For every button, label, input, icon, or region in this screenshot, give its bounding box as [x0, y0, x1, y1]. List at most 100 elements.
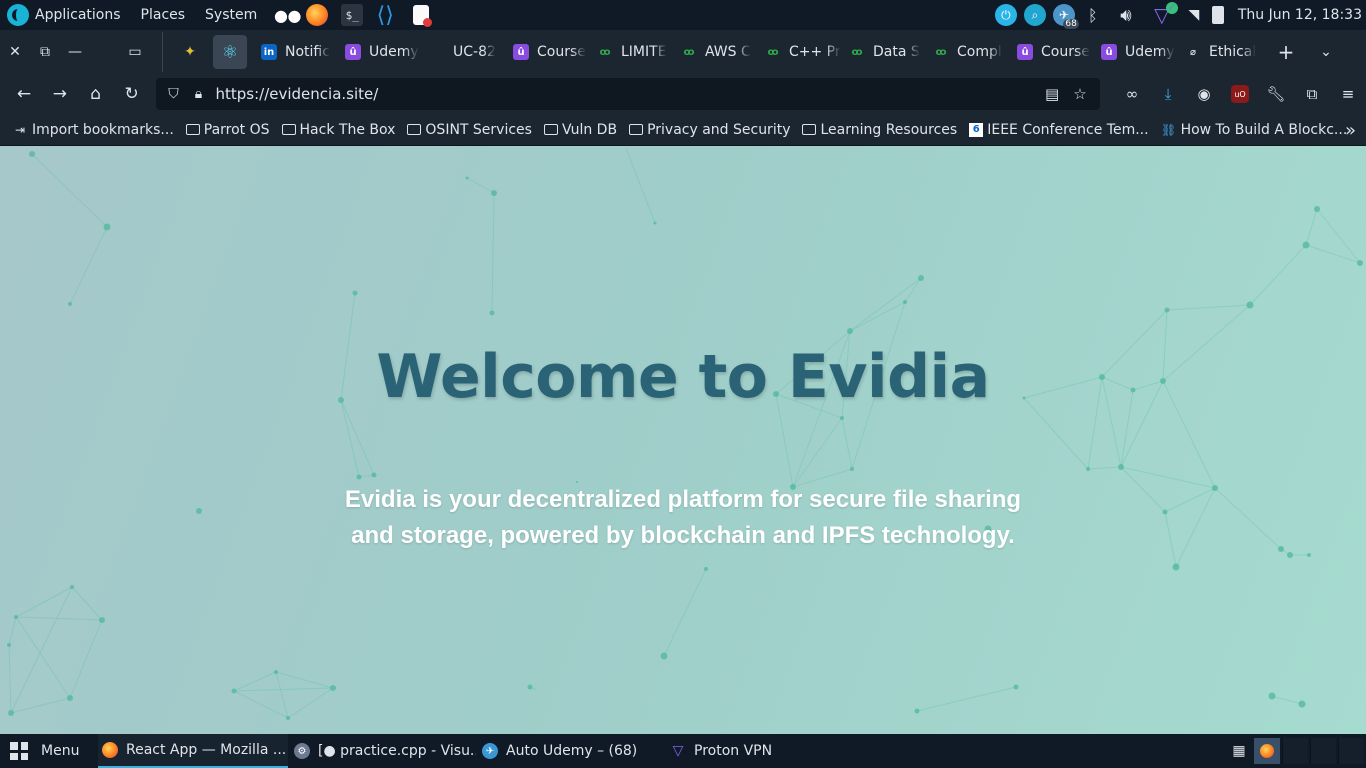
pinned-tab-colorful[interactable]: ✦ [173, 35, 207, 69]
task-firefox[interactable]: React App — Mozilla ... [98, 734, 288, 768]
window-minimize-icon[interactable]: — [60, 44, 90, 60]
start-menu-button[interactable]: Menu [10, 742, 98, 760]
tab-gfg-aws[interactable]: ꝏ AWS C [673, 35, 757, 69]
power-tray-icon[interactable]: ⏻ [994, 4, 1017, 26]
folder-icon [281, 124, 296, 135]
grid-menu-icon [10, 742, 28, 760]
color-picker-icon: ✦ [184, 44, 196, 60]
tracking-shield-icon[interactable]: ⛉ [160, 86, 188, 102]
firefox-launcher-icon[interactable] [306, 4, 329, 26]
private-mask-icon[interactable]: ∞ [1114, 78, 1150, 110]
udemy-icon: û [513, 44, 529, 60]
system-menu[interactable]: System [205, 7, 257, 23]
bookmark-folder-osint[interactable]: OSINT Services [407, 122, 532, 138]
workspace-3[interactable] [1310, 738, 1336, 764]
ieee-icon: 6 [969, 122, 984, 137]
terminal-launcher-icon[interactable]: $_ [341, 4, 364, 26]
url-text[interactable]: https://evidencia.site/ [216, 85, 379, 103]
show-desktop-icon[interactable]: ▦ [1226, 738, 1252, 764]
bookmark-star-icon[interactable]: ☆ [1066, 85, 1094, 103]
telegram-tray-icon[interactable]: ✈ 68 [1052, 4, 1079, 29]
navigation-toolbar: ← → ⌂ ↻ ⛉ 🔒︎ https://evidencia.site/ ▤ ☆… [0, 74, 1366, 114]
back-arrow-icon[interactable]: ← [6, 78, 42, 110]
blank-icon [429, 44, 445, 60]
vscode-launcher-icon[interactable]: ⟨⟩ [374, 3, 396, 28]
ublock-origin-icon[interactable]: uO [1231, 85, 1250, 103]
gfg-icon: ꝏ [851, 46, 863, 58]
volume-tray-icon[interactable]: 🔊︎ [1111, 4, 1141, 26]
bookmark-folder-parrot-os[interactable]: Parrot OS [185, 122, 270, 138]
downloads-icon[interactable]: ⤓ [1150, 78, 1186, 110]
bookmark-blockchain[interactable]: ⛓ How To Build A Blockc... [1161, 122, 1347, 138]
parrot-logo-icon[interactable] [7, 4, 29, 26]
hero-subtitle-line-2: and storage, powered by blockchain and I… [351, 522, 1015, 549]
new-tab-button[interactable]: + [1271, 40, 1301, 64]
proton-vpn-tray-icon[interactable]: ▽ ✓ [1148, 2, 1178, 27]
window-close-icon[interactable]: ✕ [0, 44, 30, 60]
bookmark-ieee[interactable]: 6 IEEE Conference Tem... [969, 122, 1149, 138]
places-menu[interactable]: Places [141, 7, 186, 23]
home-icon[interactable]: ⌂ [78, 78, 114, 110]
bookmark-folder-learning[interactable]: Learning Resources [802, 122, 957, 138]
window-restore-icon[interactable]: ⧉ [30, 44, 60, 60]
bookmarks-toolbar: ⇥ Import bookmarks... Parrot OS Hack The … [0, 114, 1366, 146]
udemy-icon: û [1017, 44, 1033, 60]
hero-subtitle-line-1: Evidia is your decentralized platform fo… [344, 486, 1022, 513]
vscode-icon: ⚙ [294, 743, 310, 759]
hero-subtitle: Evidia is your decentralized platform fo… [333, 482, 1033, 554]
eyes-launcher-icon[interactable]: ● ● [273, 4, 302, 26]
clock[interactable]: Thu Jun 12, 18:33 [1238, 7, 1362, 23]
bookmark-folder-vuln-db[interactable]: Vuln DB [543, 122, 617, 138]
tab-uc[interactable]: UC-82 [421, 35, 505, 69]
hamburger-menu-icon[interactable]: ≡ [1330, 78, 1366, 110]
ethical-icon: ⌀ [1189, 46, 1197, 58]
tab-course[interactable]: û Course [505, 35, 589, 69]
gfg-icon: ꝏ [599, 46, 611, 58]
proton-vpn-icon: ▽ [672, 743, 684, 759]
bluetooth-tray-icon[interactable]: ᛒ [1082, 4, 1104, 26]
wifi-tray-icon[interactable]: ◥ [1183, 4, 1205, 26]
folder-icon [407, 124, 422, 135]
bookmark-folder-hack-the-box[interactable]: Hack The Box [281, 122, 395, 138]
tab-gfg-limited[interactable]: ꝏ LIMITE [589, 35, 673, 69]
tab-gfg-cpp[interactable]: ꝏ C++ Pr [757, 35, 841, 69]
task-vscode[interactable]: ⚙ [● practice.cpp - Visu... [290, 734, 476, 768]
page-content: Welcome to Evidia Evidia is your decentr… [0, 146, 1366, 734]
workspace-1[interactable] [1254, 738, 1280, 764]
url-bar[interactable]: ⛉ 🔒︎ https://evidencia.site/ ▤ ☆ [155, 78, 1101, 110]
list-all-tabs-chevron-icon[interactable]: ⌄ [1311, 44, 1341, 60]
telegram-badge: 68 [1063, 19, 1079, 29]
task-telegram[interactable]: ✈ Auto Udemy – (68) [478, 734, 664, 768]
workspace-2[interactable] [1282, 738, 1308, 764]
gfg-icon: ꝏ [683, 46, 695, 58]
tab-gfg-compl[interactable]: ꝏ Compl [925, 35, 1009, 69]
tab-course-2[interactable]: û Course [1009, 35, 1093, 69]
wrench-icon[interactable]: 🔧︎ [1258, 78, 1294, 110]
reload-icon[interactable]: ↻ [114, 78, 150, 110]
applications-menu[interactable]: Applications [35, 7, 121, 23]
bookmark-folder-privacy[interactable]: Privacy and Security [629, 122, 790, 138]
search-tray-icon[interactable]: ⌕ [1023, 4, 1046, 26]
document-launcher-icon[interactable] [413, 5, 433, 27]
tab-linkedin[interactable]: in Notific [253, 35, 337, 69]
folder-icon [185, 124, 200, 135]
folder-icon [629, 124, 644, 135]
reader-view-icon[interactable]: ▤ [1038, 85, 1066, 103]
workspace-4[interactable] [1338, 738, 1364, 764]
firefox-view-icon[interactable]: ▭ [120, 37, 150, 67]
forward-arrow-icon[interactable]: → [42, 78, 78, 110]
account-icon[interactable]: ◉ [1186, 78, 1222, 110]
extensions-puzzle-icon[interactable]: ⧉ [1294, 78, 1330, 110]
tab-udemy[interactable]: û Udemy [337, 35, 421, 69]
tab-gfg-data[interactable]: ꝏ Data S [841, 35, 925, 69]
task-proton-vpn[interactable]: ▽ Proton VPN [666, 734, 852, 768]
bookmark-import[interactable]: ⇥ Import bookmarks... [12, 122, 174, 138]
bookmarks-overflow-chevron-icon[interactable]: » [1345, 114, 1356, 146]
battery-tray-icon[interactable] [1211, 6, 1224, 24]
pinned-tab-react-active[interactable]: ⚛ [213, 35, 247, 69]
tab-udemy-2[interactable]: û Udemy [1093, 35, 1177, 69]
folder-icon [543, 124, 558, 135]
tab-ethical[interactable]: ⌀ Ethical [1177, 35, 1261, 69]
lock-icon[interactable]: 🔒︎ [188, 86, 210, 102]
gfg-icon: ꝏ [767, 46, 779, 58]
